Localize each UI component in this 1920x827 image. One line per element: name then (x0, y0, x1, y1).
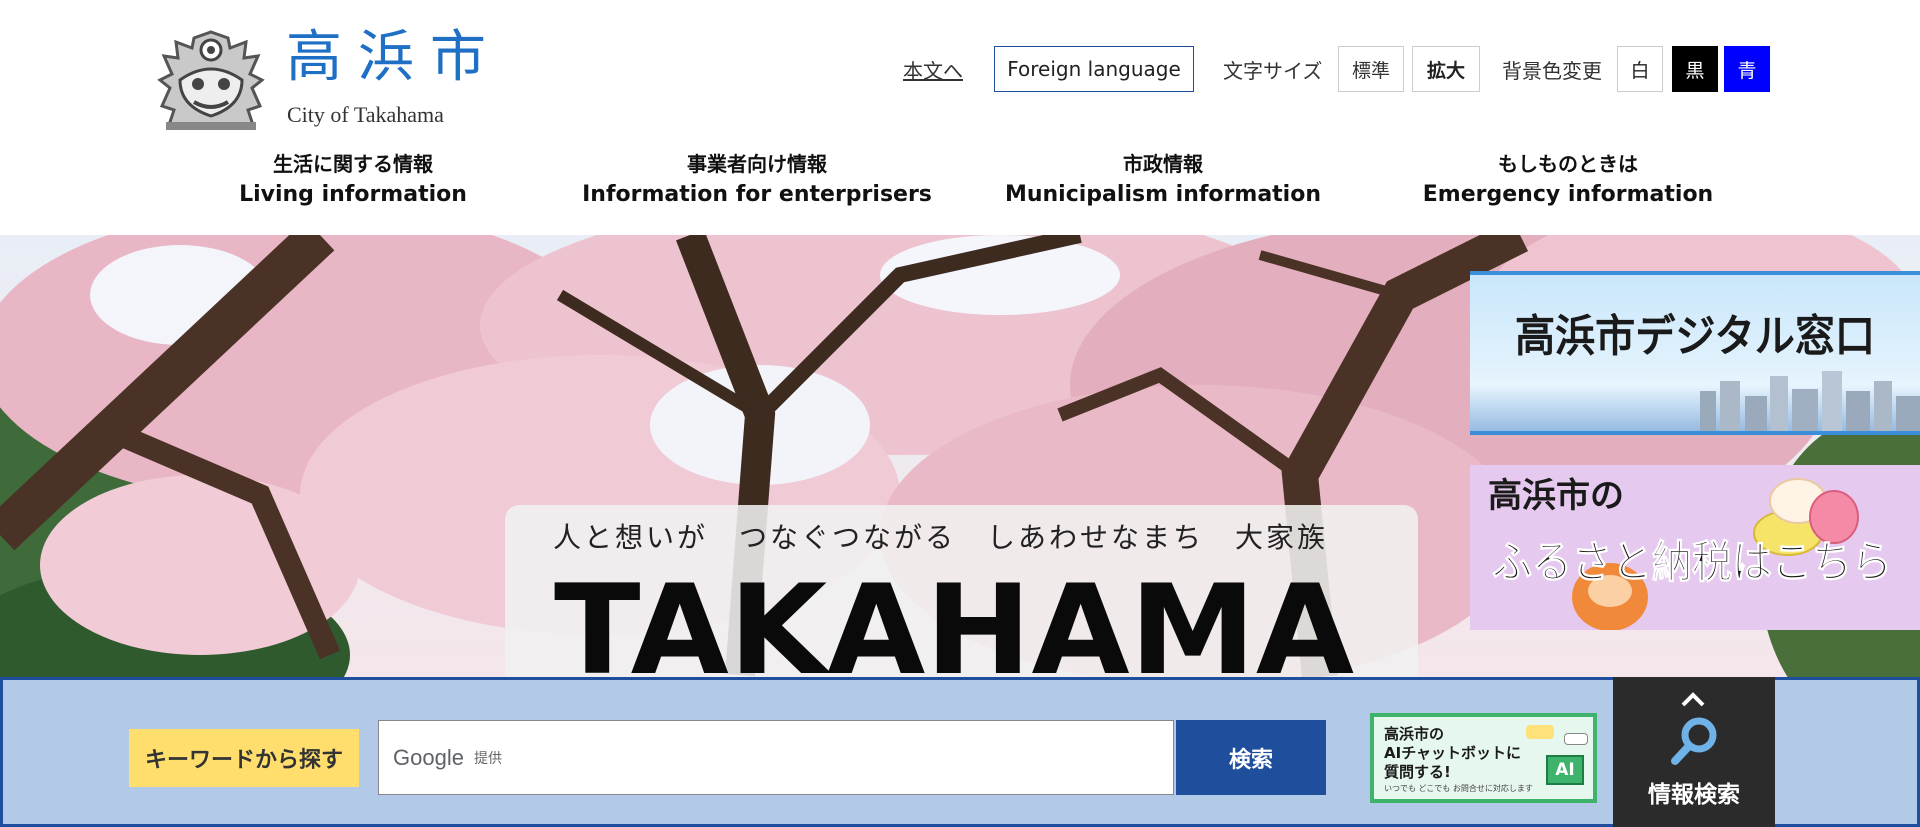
foreign-language-button[interactable]: Foreign language (994, 46, 1194, 92)
logo-subtitle: City of Takahama (287, 102, 444, 127)
site-logo[interactable]: 高浜市 City of Takahama (150, 28, 490, 138)
nav-enterprisers-information[interactable]: 事業者向け情報 Information for enterprisers (557, 150, 957, 211)
chevron-up-icon (1681, 692, 1705, 707)
city-slogan: 人と想いが つなぐつながる しあわせなまち 大家族 (553, 521, 1329, 554)
hero-section: 人と想いが つなぐつながる しあわせなまち 大家族 TAKAHAMA 高浜市デジ… (0, 235, 1920, 677)
svg-text:ふるさと納税はこちら: ふるさと納税はこちら (1492, 537, 1892, 588)
google-provided-label: 提供 (473, 750, 502, 767)
keyword-search-bar: キーワードから探す Google 提供 検索 高浜市の AIチャットボットに 質… (0, 677, 1920, 827)
nav-label-en: Emergency information (1422, 182, 1714, 207)
nav-label-jp: 生活に関する情報 (273, 152, 433, 176)
font-size-label: 文字サイズ (1223, 58, 1323, 83)
bg-white-button[interactable]: 白 (1617, 46, 1663, 92)
speech-bubble-icon (1564, 733, 1588, 745)
nav-label-jp: もしものときは (1498, 152, 1638, 176)
nav-label-en: Living information (239, 182, 467, 207)
font-size-standard-button[interactable]: 標準 (1338, 46, 1404, 92)
digital-banner-graphic: 高浜市デジタル窓口 (1470, 271, 1920, 435)
site-header: 高浜市 City of Takahama 本文へ Foreign languag… (0, 0, 1920, 235)
ai-badge: AI (1546, 755, 1584, 785)
logo-title: 高浜市 (286, 25, 502, 90)
svg-text:TAKAHAMA: TAKAHAMA (554, 561, 1354, 677)
speech-bubble-icon (1526, 725, 1554, 739)
google-logo: Google (393, 744, 464, 770)
svg-text:高浜市の: 高浜市の (1488, 476, 1624, 516)
svg-text:高浜市デジタル窓口: 高浜市デジタル窓口 (1515, 311, 1875, 362)
city-emblem-icon (157, 30, 265, 130)
nav-label-en: Information for enterprisers (582, 182, 932, 207)
ai-chatbot-note: いつでも どこでも お問合せに対応します (1384, 784, 1533, 793)
takahama-brand-logo: TAKAHAMA (554, 561, 1354, 677)
furusato-banner-graphic: 高浜市の ふるさと納税はこちら (1470, 465, 1920, 630)
ai-chatbot-banner[interactable]: 高浜市の AIチャットボットに 質問する! いつでも どこでも お問合せに対応し… (1370, 713, 1597, 803)
bg-blue-button[interactable]: 青 (1724, 46, 1770, 92)
background-color-label: 背景色変更 (1502, 58, 1602, 83)
digital-counter-banner[interactable]: 高浜市デジタル窓口 (1470, 271, 1920, 435)
ai-chatbot-text: 高浜市の AIチャットボットに 質問する! (1384, 725, 1522, 781)
keyword-search-label: キーワードから探す (129, 729, 359, 787)
search-input[interactable]: Google 提供 (378, 720, 1174, 795)
font-size-large-button[interactable]: 拡大 (1412, 46, 1480, 92)
search-icon (1671, 717, 1717, 765)
info-search-label: 情報検索 (1648, 782, 1740, 808)
nav-municipal-information[interactable]: 市政情報 Municipalism information (963, 150, 1363, 211)
bg-black-button[interactable]: 黒 (1672, 46, 1718, 92)
nav-label-en: Municipalism information (1004, 182, 1322, 207)
nav-living-information[interactable]: 生活に関する情報 Living information (153, 150, 553, 211)
furusato-tax-banner[interactable]: 高浜市の ふるさと納税はこちら (1470, 465, 1920, 630)
skip-to-content-link[interactable]: 本文へ (903, 46, 963, 92)
nav-label-jp: 市政情報 (1123, 152, 1203, 176)
nav-emergency-information[interactable]: もしものときは Emergency information (1368, 150, 1768, 211)
search-button[interactable]: 検索 (1176, 720, 1326, 795)
info-search-button[interactable]: 情報検索 (1613, 677, 1775, 827)
nav-label-jp: 事業者向け情報 (687, 152, 827, 176)
